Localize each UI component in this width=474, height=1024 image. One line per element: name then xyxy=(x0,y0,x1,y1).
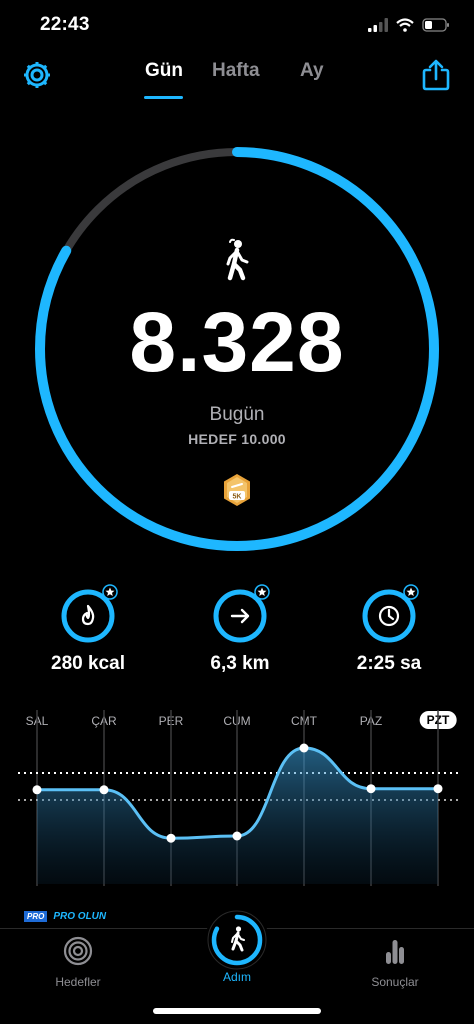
star-badge-icon xyxy=(403,584,419,600)
tabbar-label-results: Sonuçlar xyxy=(371,975,419,989)
settings-gear-icon[interactable] xyxy=(20,58,54,92)
duration-ring xyxy=(361,584,419,644)
5k-achievement-badge-icon[interactable]: 5K xyxy=(221,473,253,507)
status-time: 22:43 xyxy=(40,14,90,35)
tabbar-item-results[interactable]: Sonuçlar xyxy=(335,936,455,989)
calories-value: 280 kcal xyxy=(51,653,125,674)
status-icons xyxy=(368,14,450,36)
day-point-sal[interactable] xyxy=(32,785,42,795)
tabbar-label-steps: Adım xyxy=(222,970,251,984)
target-icon xyxy=(63,936,93,966)
distance-ring xyxy=(212,584,270,644)
goal-label: HEDEF 10.000 xyxy=(188,431,286,447)
distance-value: 6,3 km xyxy=(210,653,270,674)
pro-promo[interactable]: PRO PRO OLUN xyxy=(24,911,106,922)
bar-chart-icon xyxy=(386,940,404,964)
share-icon[interactable] xyxy=(420,58,452,92)
arrow-right-icon xyxy=(230,608,250,624)
star-badge-icon xyxy=(254,584,270,600)
day-point-cum[interactable] xyxy=(232,831,242,841)
tabbar-item-steps[interactable] xyxy=(205,908,269,972)
day-point-pzt[interactable] xyxy=(433,784,443,794)
home-indicator xyxy=(153,1008,321,1014)
star-badge-icon xyxy=(102,584,118,600)
stat-distance[interactable]: 6,3 km xyxy=(170,584,310,675)
stat-calories[interactable]: 280 kcal xyxy=(18,584,158,675)
badge-text: 5K xyxy=(233,494,242,501)
clock-icon xyxy=(378,605,400,627)
battery-icon xyxy=(422,18,449,32)
steps-tab-ring xyxy=(207,910,267,970)
tab-day[interactable]: Gün xyxy=(145,60,183,82)
tabbar-item-goals[interactable]: Hedefler xyxy=(18,936,138,989)
day-point-cmt[interactable] xyxy=(299,743,309,753)
step-count: 8.328 xyxy=(129,295,345,389)
tab-month[interactable]: Ay xyxy=(300,60,324,82)
cellular-signal-icon xyxy=(368,18,388,32)
flame-icon xyxy=(81,604,95,626)
day-point-per[interactable] xyxy=(166,833,176,843)
stat-duration[interactable]: 2:25 sa xyxy=(319,584,459,675)
walking-person-icon xyxy=(226,238,249,281)
weekly-steps-chart xyxy=(18,710,458,886)
tab-week[interactable]: Hafta xyxy=(212,60,260,82)
calories-ring xyxy=(60,584,118,644)
pro-tag: PRO xyxy=(24,911,48,922)
period-label: Bugün xyxy=(209,404,265,425)
day-point-çar[interactable] xyxy=(99,785,109,795)
active-tab-indicator xyxy=(144,96,183,99)
pro-text: PRO OLUN xyxy=(53,911,107,922)
wifi-icon xyxy=(396,18,414,32)
duration-value: 2:25 sa xyxy=(356,653,422,674)
tabbar-label-goals: Hedefler xyxy=(55,975,101,989)
day-point-paz[interactable] xyxy=(366,784,376,794)
